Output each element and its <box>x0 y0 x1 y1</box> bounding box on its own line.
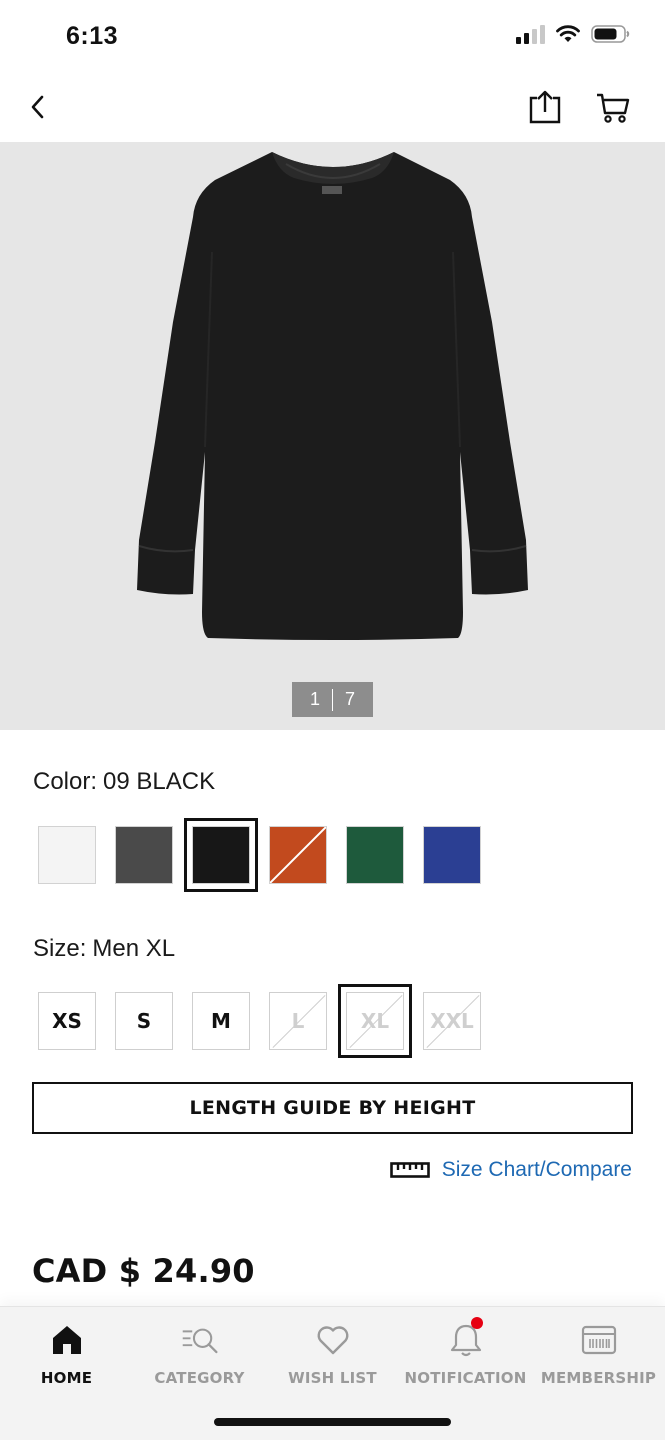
size-option-xs[interactable]: XS <box>38 992 96 1050</box>
image-counter: 1 7 <box>292 682 373 717</box>
tab-notification-label: NOTIFICATION <box>404 1369 527 1387</box>
size-label: Size: Men XL <box>33 935 175 963</box>
size-value: Men XL <box>92 935 176 962</box>
size-chart-label: Size Chart/Compare <box>441 1158 632 1181</box>
color-swatch-dark-gray[interactable] <box>115 826 173 884</box>
status-time: 6:13 <box>66 22 119 50</box>
color-swatch-green[interactable] <box>346 826 404 884</box>
tab-home-label: HOME <box>40 1369 93 1387</box>
size-option-xxl[interactable]: XXL <box>423 992 481 1050</box>
color-swatch-white[interactable] <box>38 826 96 884</box>
tab-membership-label: MEMBERSHIP <box>540 1369 657 1387</box>
signal-icon <box>516 24 545 44</box>
size-option-l[interactable]: L <box>269 992 327 1050</box>
tab-home[interactable]: HOME <box>0 1321 133 1393</box>
product-price: CAD $ 24.90 <box>32 1252 255 1290</box>
notification-badge <box>470 1317 483 1329</box>
tab-category[interactable]: CATEGORY <box>133 1321 266 1393</box>
product-image-carousel[interactable]: 1 7 <box>0 142 665 730</box>
status-icons <box>516 24 631 44</box>
nav-header <box>0 72 665 142</box>
tab-wish-list[interactable]: WISH LIST <box>266 1321 399 1393</box>
battery-icon <box>591 25 630 43</box>
size-label-title: Size: <box>33 935 87 962</box>
tab-wish-list-label: WISH LIST <box>288 1369 377 1387</box>
cart-button[interactable] <box>594 88 632 126</box>
category-search-icon <box>181 1321 219 1359</box>
tab-notification[interactable]: NOTIFICATION <box>399 1317 532 1393</box>
color-swatch-blue[interactable] <box>423 826 481 884</box>
home-indicator <box>214 1418 451 1426</box>
membership-card-icon <box>580 1321 618 1359</box>
tshirt-image <box>137 152 528 640</box>
share-icon <box>529 90 561 124</box>
size-option-s[interactable]: S <box>115 992 173 1050</box>
tab-category-label: CATEGORY <box>154 1369 245 1387</box>
cart-icon <box>597 93 630 123</box>
bell-icon <box>447 1317 485 1359</box>
chevron-left-icon <box>31 95 44 119</box>
status-bar: 6:13 <box>0 0 665 72</box>
image-counter-divider <box>332 688 333 711</box>
length-guide-button[interactable]: LENGTH GUIDE BY HEIGHT <box>32 1082 633 1134</box>
ruler-icon <box>389 1162 430 1178</box>
image-counter-total: 7 <box>345 689 356 709</box>
size-chart-link[interactable]: Size Chart/Compare <box>389 1158 632 1182</box>
image-counter-current: 1 <box>309 689 320 709</box>
color-swatch-black[interactable] <box>184 818 258 892</box>
share-button[interactable] <box>526 88 564 126</box>
color-label: Color: 09 BLACK <box>33 768 215 796</box>
size-option-m[interactable]: M <box>192 992 250 1050</box>
size-option-xl[interactable]: XL <box>338 984 412 1058</box>
unavailable-slash-icon <box>270 827 326 883</box>
home-icon <box>48 1321 86 1359</box>
tab-membership[interactable]: MEMBERSHIP <box>532 1321 665 1393</box>
back-button[interactable] <box>22 90 52 124</box>
wifi-icon <box>556 25 580 42</box>
color-label-title: Color: <box>33 768 98 795</box>
heart-icon <box>314 1321 352 1359</box>
color-value: 09 BLACK <box>103 768 216 795</box>
color-swatch-orange[interactable] <box>269 826 327 884</box>
